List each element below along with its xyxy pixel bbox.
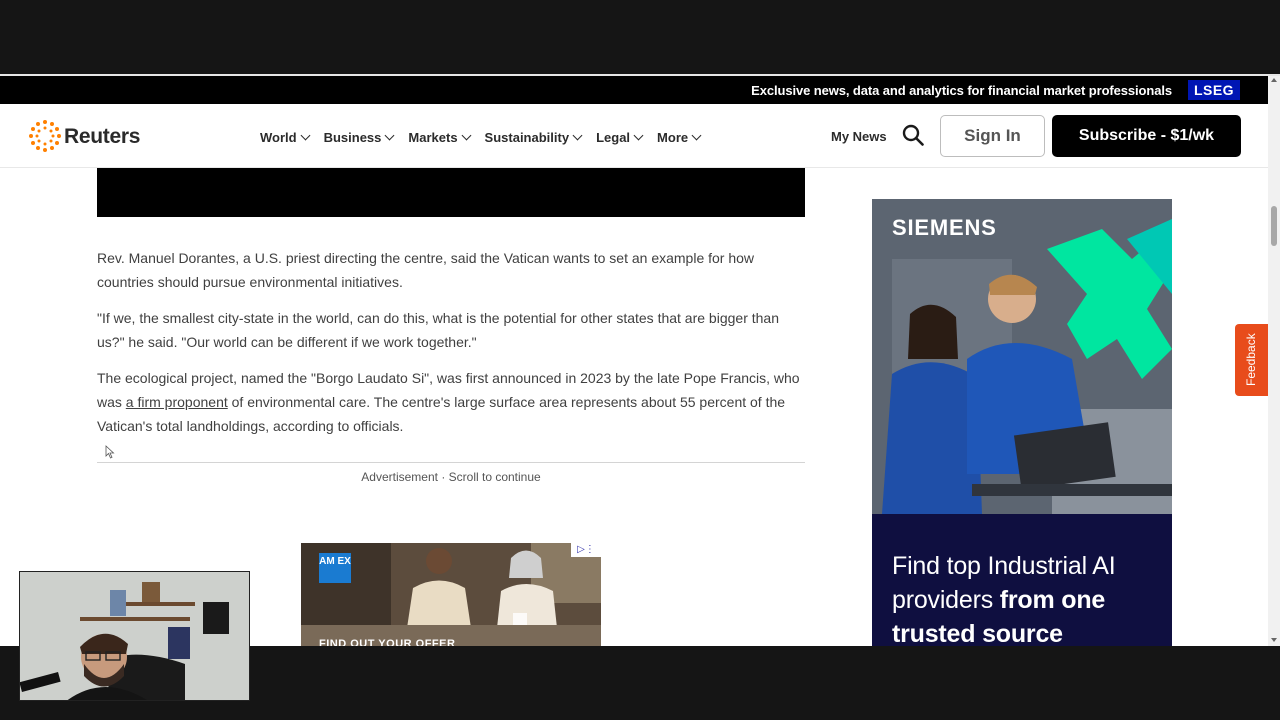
chevron-down-icon[interactable] bbox=[572, 130, 583, 140]
promo-bar[interactable]: Exclusive news, data and analytics for f… bbox=[0, 76, 1268, 104]
feedback-tab[interactable]: Feedback bbox=[1235, 324, 1269, 396]
article-paragraph-1: Rev. Manuel Dorantes, a U.S. priest dire… bbox=[97, 250, 755, 290]
nav-label[interactable]: Legal bbox=[596, 130, 630, 145]
siemens-ad-copy: Find top Industrial AI providers from on… bbox=[892, 549, 1162, 646]
firm-proponent-link[interactable]: a firm proponent bbox=[126, 394, 228, 410]
search-icon[interactable] bbox=[902, 124, 924, 146]
lseg-badge[interactable]: LSEG bbox=[1188, 80, 1240, 100]
scroll-thumb[interactable] bbox=[1271, 206, 1277, 246]
browser-viewport: Exclusive news, data and analytics for f… bbox=[0, 74, 1280, 646]
siemens-ad-image: SIEMENS bbox=[872, 199, 1172, 514]
ad-line-bold: trusted source bbox=[892, 620, 1063, 646]
nav-label[interactable]: Business bbox=[324, 130, 382, 145]
siemens-photo-illustration bbox=[872, 199, 1172, 514]
ad-line-bold: from one bbox=[999, 586, 1106, 614]
siemens-advertisement[interactable]: SIEMENS Find top Industrial AI providers… bbox=[872, 199, 1172, 646]
ad-line: Find top Industrial AI bbox=[892, 552, 1116, 580]
chevron-down-icon[interactable] bbox=[691, 130, 702, 140]
sign-in-button[interactable]: Sign In bbox=[940, 115, 1045, 157]
nav-label[interactable]: Sustainability bbox=[485, 130, 570, 145]
promo-text[interactable]: Exclusive news, data and analytics for f… bbox=[751, 83, 1172, 98]
chevron-down-icon[interactable] bbox=[300, 130, 311, 140]
reuters-logo[interactable]: Reuters bbox=[28, 119, 148, 153]
siemens-logo: SIEMENS bbox=[892, 215, 997, 240]
site-header: Reuters World Business Markets Sustainab… bbox=[0, 104, 1268, 168]
nav-world[interactable]: World bbox=[260, 127, 311, 147]
main-nav: World Business Markets Sustainability Le… bbox=[260, 127, 715, 147]
nav-label[interactable]: More bbox=[657, 130, 688, 145]
article-paragraph-3: The ecological project, named the "Borgo… bbox=[97, 366, 809, 438]
webcam-overlay bbox=[19, 571, 250, 701]
chevron-down-icon[interactable] bbox=[384, 130, 395, 140]
scroll-up-arrow-icon[interactable] bbox=[1271, 78, 1277, 82]
ad-divider bbox=[97, 462, 805, 463]
reuters-logo-icon bbox=[29, 120, 61, 152]
ad-choices-icon[interactable]: ▷⋮ bbox=[571, 543, 601, 557]
logo-wordmark[interactable]: Reuters bbox=[64, 125, 140, 149]
subscribe-button[interactable]: Subscribe - $1/wk bbox=[1052, 115, 1241, 157]
scroll-down-arrow-icon[interactable] bbox=[1271, 638, 1277, 642]
webcam-person-image bbox=[20, 572, 249, 700]
advertisement-label: Advertisement · Scroll to continue bbox=[361, 470, 541, 484]
mouse-cursor-icon bbox=[105, 445, 115, 459]
browser-top-border bbox=[0, 74, 1280, 76]
my-news-link[interactable]: My News bbox=[831, 129, 887, 144]
ad-line: providers bbox=[892, 586, 1000, 614]
feedback-label[interactable]: Feedback bbox=[1244, 333, 1258, 386]
nav-label[interactable]: World bbox=[260, 130, 297, 145]
chevron-down-icon[interactable] bbox=[461, 130, 471, 140]
nav-legal[interactable]: Legal bbox=[596, 127, 644, 147]
nav-business[interactable]: Business bbox=[324, 127, 395, 147]
page-scrollbar[interactable] bbox=[1268, 74, 1280, 646]
nav-markets[interactable]: Markets bbox=[408, 127, 471, 147]
amex-cta[interactable]: FIND OUT YOUR OFFER bbox=[319, 638, 455, 646]
chevron-down-icon[interactable] bbox=[633, 130, 644, 140]
amex-advertisement[interactable]: AM EX ▷⋮ FIND OUT YOUR OFFER bbox=[301, 543, 601, 646]
nav-more[interactable]: More bbox=[657, 127, 702, 147]
nav-label[interactable]: Markets bbox=[408, 130, 457, 145]
video-player[interactable] bbox=[97, 168, 805, 217]
article-paragraph-2: "If we, the smallest city-state in the w… bbox=[97, 310, 779, 350]
nav-sustainability[interactable]: Sustainability bbox=[485, 127, 583, 147]
siemens-ad-copy-panel: Find top Industrial AI providers from on… bbox=[872, 514, 1172, 646]
amex-logo: AM EX bbox=[319, 553, 351, 583]
